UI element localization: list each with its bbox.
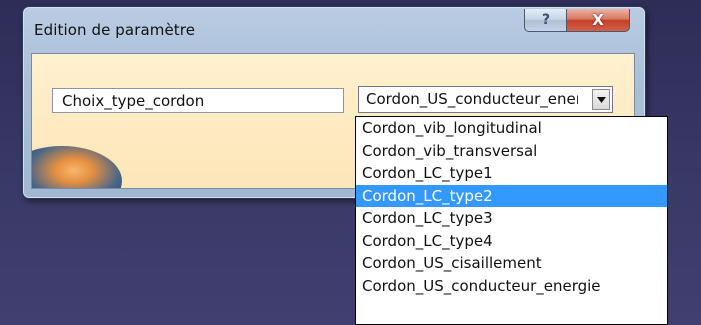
parameter-name-field[interactable]: Choix_type_cordon [52,88,344,113]
help-button[interactable]: ? [524,9,568,32]
dialog-title: Edition de paramètre [34,21,196,39]
dropdown-list: Cordon_vib_longitudinal Cordon_vib_trans… [355,116,668,325]
dropdown-option[interactable]: Cordon_vib_transversal [356,140,667,163]
dropdown-option[interactable]: Cordon_vib_longitudinal [356,117,667,140]
select-current-value: Cordon_US_conducteur_energie [366,90,578,108]
dropdown-option[interactable]: Cordon_US_conducteur_energie [356,275,667,298]
globe-decoration-icon [32,146,122,188]
dropdown-option[interactable]: Cordon_LC_type1 [356,162,667,185]
dropdown-option[interactable]: Cordon_LC_type4 [356,230,667,253]
value-select[interactable]: Cordon_US_conducteur_energie [358,86,613,113]
dropdown-option-highlighted[interactable]: Cordon_LC_type2 [356,184,667,207]
dropdown-arrow-icon[interactable] [592,89,610,110]
help-icon: ? [541,12,551,28]
close-icon: X [592,11,604,29]
dropdown-option[interactable]: Cordon_US_cisaillement [356,252,667,275]
close-button[interactable]: X [566,9,630,32]
dropdown-option[interactable]: Cordon_LC_type3 [356,207,667,230]
